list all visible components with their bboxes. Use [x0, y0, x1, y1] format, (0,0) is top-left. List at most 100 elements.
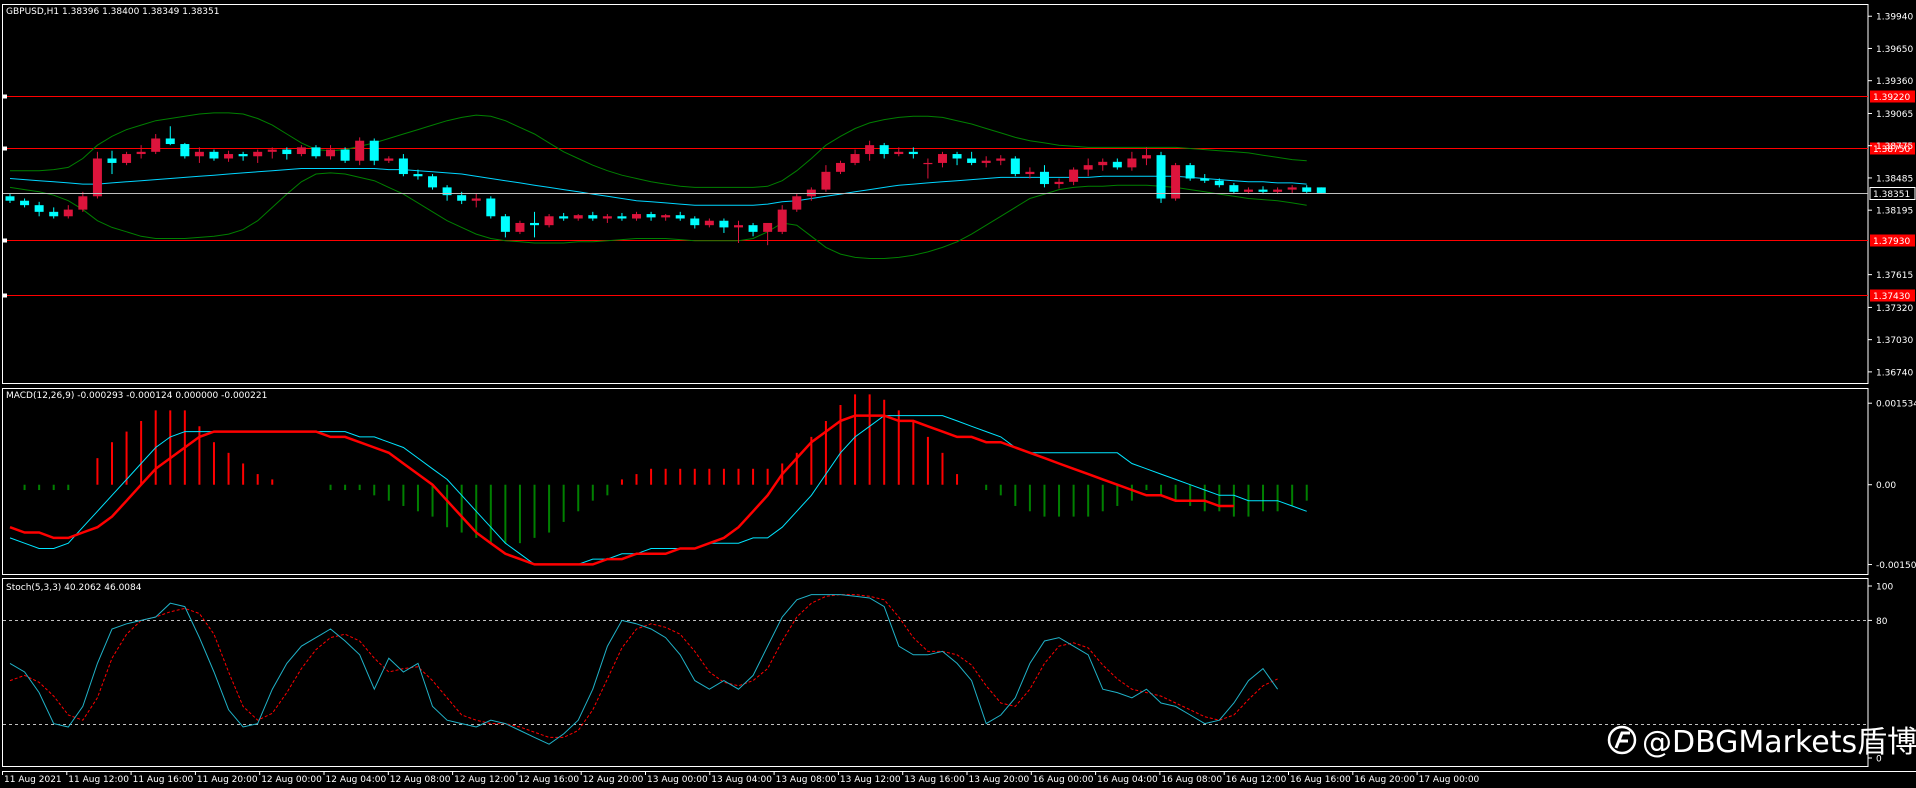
- candle-body[interactable]: [632, 214, 642, 219]
- candle-body[interactable]: [384, 158, 394, 161]
- candle-body[interactable]: [879, 145, 889, 155]
- price-tick-label: 1.38195: [1876, 207, 1913, 217]
- candle-body[interactable]: [646, 214, 656, 218]
- candle-body[interactable]: [1229, 185, 1239, 192]
- candle-body[interactable]: [486, 198, 496, 217]
- time-tick-label: 16 Aug 04:00: [1097, 775, 1158, 785]
- candle-body[interactable]: [1127, 158, 1137, 168]
- candle-body[interactable]: [967, 158, 977, 163]
- candle-body[interactable]: [719, 220, 729, 228]
- candle-body[interactable]: [675, 215, 685, 219]
- candle-body[interactable]: [428, 176, 438, 188]
- candle-body[interactable]: [617, 216, 627, 219]
- candle-body[interactable]: [442, 187, 452, 196]
- candle-body[interactable]: [49, 211, 59, 217]
- candle-body[interactable]: [530, 222, 540, 226]
- candle-body[interactable]: [355, 140, 365, 161]
- candle-body[interactable]: [763, 222, 773, 232]
- candle-body[interactable]: [850, 154, 860, 163]
- candle-body[interactable]: [661, 215, 671, 218]
- candle-body[interactable]: [996, 158, 1006, 161]
- candle-body[interactable]: [1098, 161, 1108, 166]
- candle-body[interactable]: [1200, 178, 1210, 181]
- candle-body[interactable]: [602, 216, 612, 219]
- candle-body[interactable]: [734, 225, 743, 228]
- candle-body[interactable]: [937, 154, 947, 163]
- candle-body[interactable]: [1302, 187, 1312, 192]
- candle-body[interactable]: [515, 222, 525, 232]
- candle-body[interactable]: [340, 149, 350, 161]
- trading-chart[interactable]: 1.392201.387501.379301.374301.383511.399…: [0, 0, 1916, 788]
- candle-body[interactable]: [20, 200, 30, 206]
- candle-body[interactable]: [588, 215, 598, 219]
- candle-body[interactable]: [1258, 189, 1268, 192]
- candle-body[interactable]: [865, 145, 875, 155]
- candle-body[interactable]: [544, 216, 554, 226]
- candle-body[interactable]: [311, 147, 321, 157]
- candle-body[interactable]: [573, 215, 583, 219]
- candle-body[interactable]: [296, 147, 306, 155]
- candle-body[interactable]: [107, 158, 117, 163]
- candle-body[interactable]: [78, 196, 88, 210]
- candle-body[interactable]: [1287, 187, 1297, 190]
- level-anchor-handle[interactable]: [3, 293, 7, 298]
- candle-body[interactable]: [122, 154, 132, 163]
- candle-body[interactable]: [690, 218, 700, 226]
- candle-body[interactable]: [1039, 171, 1049, 185]
- candle-body[interactable]: [1025, 171, 1035, 175]
- level-anchor-handle[interactable]: [3, 94, 7, 99]
- candle-body[interactable]: [253, 151, 263, 157]
- time-tick-label: 16 Aug 00:00: [1033, 775, 1094, 785]
- candle-body[interactable]: [894, 151, 904, 155]
- candle-body[interactable]: [282, 149, 292, 155]
- candle-body[interactable]: [1214, 180, 1224, 186]
- candle-body[interactable]: [806, 189, 816, 197]
- candle-body[interactable]: [792, 196, 802, 210]
- candle-body[interactable]: [369, 140, 379, 161]
- candle-body[interactable]: [704, 220, 714, 226]
- candle-body[interactable]: [151, 138, 161, 152]
- candle-body[interactable]: [165, 138, 175, 145]
- candle-body[interactable]: [981, 160, 991, 163]
- candle-body[interactable]: [1112, 161, 1122, 168]
- candle-body[interactable]: [180, 144, 190, 157]
- candle-body[interactable]: [923, 162, 933, 165]
- candle-body[interactable]: [34, 205, 44, 212]
- candle-body[interactable]: [1316, 187, 1326, 193]
- candle-body[interactable]: [1010, 158, 1020, 175]
- candle-body[interactable]: [413, 174, 423, 177]
- candle-body[interactable]: [209, 151, 219, 159]
- candle-body[interactable]: [471, 198, 481, 201]
- candle-body[interactable]: [1054, 181, 1064, 185]
- time-tick-label: 13 Aug 12:00: [840, 775, 901, 785]
- candle-body[interactable]: [238, 154, 248, 157]
- candle-body[interactable]: [821, 171, 831, 190]
- candle-body[interactable]: [777, 209, 787, 232]
- candle-body[interactable]: [748, 225, 758, 232]
- candle-body[interactable]: [1141, 155, 1151, 159]
- candle-body[interactable]: [398, 158, 408, 175]
- candle-body[interactable]: [1243, 189, 1253, 192]
- candle-body[interactable]: [1083, 165, 1093, 170]
- chart-window[interactable]: 1.39220 1.38750 1.37930 1.37430 1.38351 1.399…: [0, 0, 1916, 788]
- candle-body[interactable]: [1185, 165, 1195, 179]
- candle-body[interactable]: [1069, 169, 1079, 182]
- level-anchor-handle[interactable]: [3, 238, 7, 243]
- candle-body[interactable]: [194, 151, 204, 157]
- candle-body[interactable]: [908, 151, 918, 155]
- candle-body[interactable]: [224, 154, 234, 159]
- candle-body[interactable]: [326, 149, 336, 157]
- candle-body[interactable]: [267, 149, 277, 152]
- candle-body[interactable]: [1156, 155, 1166, 199]
- level-anchor-handle[interactable]: [3, 146, 7, 151]
- candle-body[interactable]: [500, 216, 510, 232]
- candle-body[interactable]: [136, 151, 146, 155]
- candle-body[interactable]: [835, 162, 845, 172]
- candle-body[interactable]: [5, 196, 15, 201]
- candle-body[interactable]: [1273, 189, 1283, 192]
- candle-body[interactable]: [92, 158, 102, 197]
- candle-body[interactable]: [559, 216, 569, 219]
- candle-body[interactable]: [63, 209, 73, 217]
- candle-body[interactable]: [457, 195, 467, 201]
- candle-body[interactable]: [952, 154, 962, 159]
